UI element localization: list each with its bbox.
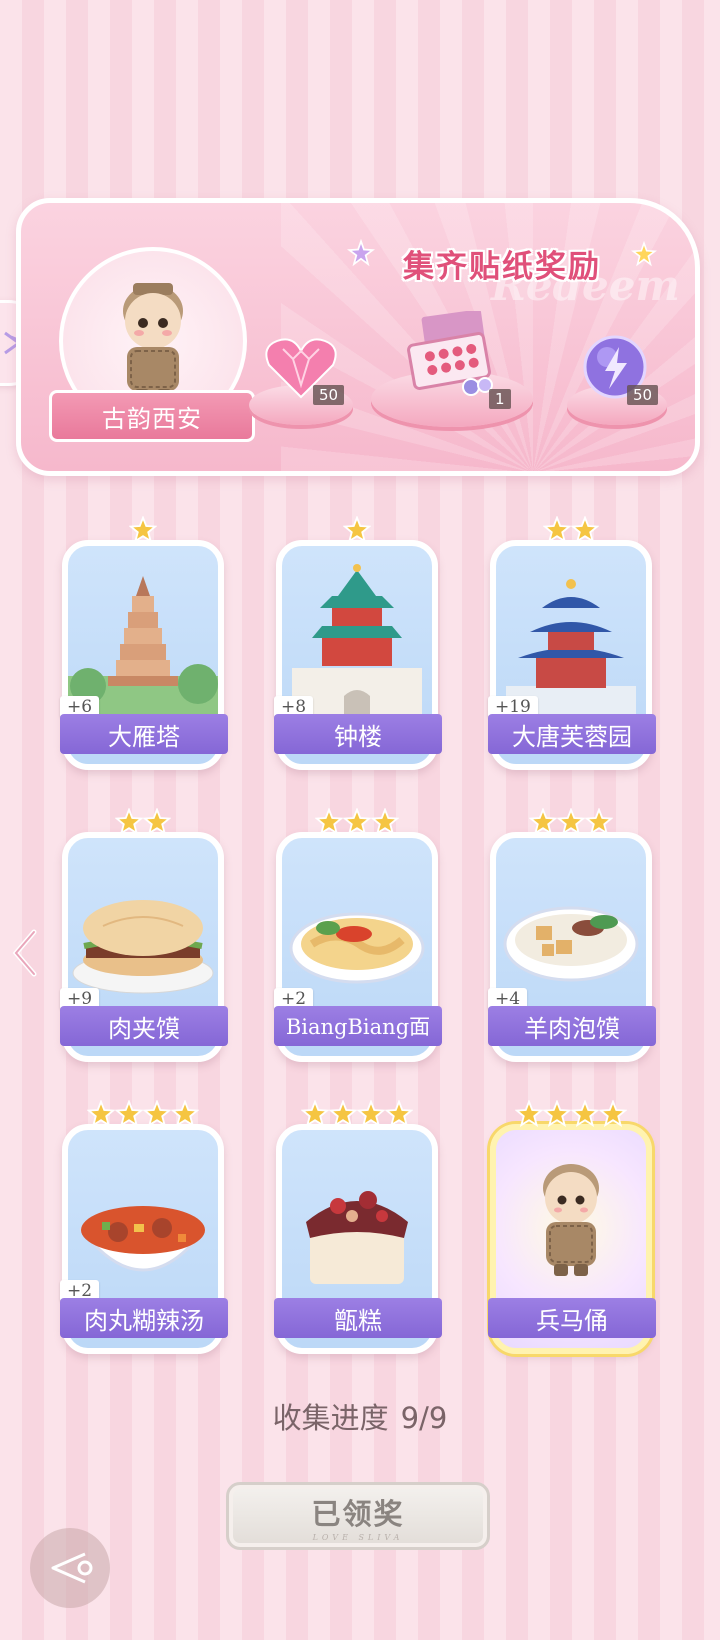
zenggao-cake-icon bbox=[306, 1191, 408, 1284]
reward-quantity: 50 bbox=[627, 385, 659, 405]
previous-arrow-icon[interactable] bbox=[10, 928, 40, 978]
star-icon bbox=[143, 808, 171, 836]
star-rating bbox=[68, 516, 218, 548]
temple-of-heaven-icon bbox=[506, 579, 636, 716]
mutton-paomo-icon bbox=[503, 906, 639, 982]
reward-gift-box[interactable]: 1 bbox=[401, 309, 511, 411]
star-icon bbox=[543, 1100, 571, 1128]
claimed-button-sub: LOVE SLIVA bbox=[312, 1532, 404, 1542]
star-rating bbox=[282, 516, 432, 548]
roujiamo-icon bbox=[72, 900, 214, 994]
sticker-name: 大雁塔 bbox=[108, 722, 180, 751]
sticker-card[interactable]: +8 钟楼 bbox=[274, 516, 442, 770]
star-icon bbox=[329, 1100, 357, 1128]
sticker-card[interactable]: +2 肉丸糊辣汤 bbox=[60, 1100, 228, 1354]
sticker-label: 兵马俑 bbox=[488, 1298, 656, 1338]
star-icon bbox=[529, 808, 557, 836]
sticker-name: BiangBiang面 bbox=[285, 1015, 431, 1039]
star-icon bbox=[557, 808, 585, 836]
progress-label: 收集进度 bbox=[272, 1401, 389, 1435]
sticker-card[interactable]: 甑糕 bbox=[274, 1100, 442, 1354]
sticker-card[interactable]: +4 羊肉泡馍 bbox=[488, 808, 656, 1062]
star-icon bbox=[515, 1100, 543, 1128]
sticker-label: 肉丸糊辣汤 bbox=[60, 1298, 228, 1338]
sticker-label: 肉夹馍 bbox=[60, 1006, 228, 1046]
sticker-label: 羊肉泡馍 bbox=[488, 1006, 656, 1046]
claimed-button-label: 已领奖 bbox=[311, 1496, 405, 1531]
sticker-label: 钟楼 bbox=[274, 714, 442, 754]
sticker-label: 甑糕 bbox=[274, 1298, 442, 1338]
star-icon bbox=[115, 808, 143, 836]
star-icon bbox=[585, 808, 613, 836]
sticker-card[interactable]: 兵马俑 bbox=[488, 1100, 656, 1354]
star-icon bbox=[543, 516, 571, 544]
sticker-name: 兵马俑 bbox=[536, 1306, 608, 1335]
sticker-name: 肉夹馍 bbox=[108, 1014, 180, 1043]
star-icon bbox=[129, 516, 157, 544]
star-icon bbox=[315, 808, 343, 836]
reward-heart-gem[interactable]: 50 bbox=[263, 335, 345, 405]
sticker-name: 肉丸糊辣汤 bbox=[84, 1306, 204, 1335]
star-icon bbox=[143, 1100, 171, 1128]
progress-value: 9/9 bbox=[400, 1401, 448, 1435]
star-rating bbox=[496, 516, 646, 548]
star-icon bbox=[301, 1100, 329, 1128]
star-rating bbox=[282, 808, 432, 840]
purple-star-icon bbox=[347, 239, 375, 267]
star-icon bbox=[385, 1100, 413, 1128]
terracotta-warrior-icon bbox=[543, 1164, 599, 1276]
pagoda-icon bbox=[68, 576, 218, 716]
sticker-name: 羊肉泡馍 bbox=[524, 1014, 620, 1043]
sticker-card[interactable]: +2 BiangBiang面 bbox=[274, 808, 442, 1062]
star-icon bbox=[115, 1100, 143, 1128]
star-icon bbox=[571, 1100, 599, 1128]
banner-title: 集齐贴纸奖励 bbox=[403, 249, 601, 285]
star-rating bbox=[282, 1100, 432, 1132]
reward-energy-orb[interactable]: 50 bbox=[581, 333, 661, 409]
star-icon bbox=[171, 1100, 199, 1128]
sticker-name: 钟楼 bbox=[334, 722, 382, 751]
sticker-card[interactable]: +9 肉夹馍 bbox=[60, 808, 228, 1062]
back-arrow-icon bbox=[51, 1552, 93, 1584]
set-name: 古韵西安 bbox=[102, 404, 202, 433]
star-rating bbox=[496, 808, 646, 840]
star-icon bbox=[599, 1100, 627, 1128]
meatball-soup-icon bbox=[78, 1206, 208, 1272]
yellow-star-icon bbox=[631, 241, 657, 267]
gift-box-icon bbox=[407, 309, 493, 396]
bell-tower-icon bbox=[292, 564, 422, 716]
biangbiang-noodles-icon bbox=[289, 912, 425, 984]
sticker-name: 甑糕 bbox=[334, 1306, 382, 1335]
reward-quantity: 50 bbox=[313, 385, 345, 405]
set-name-ribbon: 古韵西安 bbox=[49, 390, 255, 442]
reward-banner: Redeem 集齐贴纸奖励 古韵西安 50 1 50 bbox=[16, 198, 700, 476]
banner-title-wrap: 集齐贴纸奖励 bbox=[347, 233, 661, 287]
sticker-name: 大唐芙蓉园 bbox=[512, 722, 632, 751]
star-icon bbox=[87, 1100, 115, 1128]
reward-quantity: 1 bbox=[489, 389, 511, 409]
star-icon bbox=[571, 516, 599, 544]
star-icon bbox=[357, 1100, 385, 1128]
star-icon bbox=[371, 808, 399, 836]
back-button[interactable] bbox=[30, 1528, 110, 1608]
sticker-label: BiangBiang面 bbox=[274, 1006, 442, 1046]
star-icon bbox=[343, 516, 371, 544]
sticker-card[interactable]: +6 大雁塔 bbox=[60, 516, 228, 770]
sticker-card[interactable]: +19 大唐芙蓉园 bbox=[488, 516, 656, 770]
claimed-button[interactable]: 已领奖 LOVE SLIVA bbox=[226, 1482, 490, 1550]
sticker-label: 大唐芙蓉园 bbox=[488, 714, 656, 754]
sticker-label: 大雁塔 bbox=[60, 714, 228, 754]
star-rating bbox=[496, 1100, 646, 1132]
star-icon bbox=[343, 808, 371, 836]
star-rating bbox=[68, 1100, 218, 1132]
collection-progress: 收集进度 9/9 bbox=[0, 1395, 720, 1437]
star-rating bbox=[68, 808, 218, 840]
